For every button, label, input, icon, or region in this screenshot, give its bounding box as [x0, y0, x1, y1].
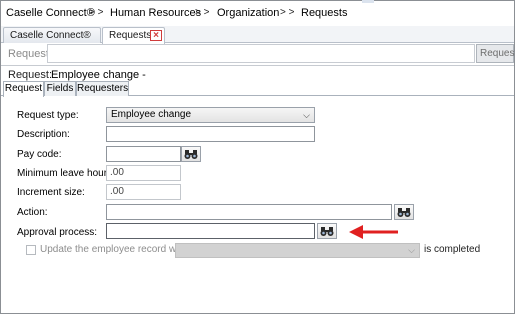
approval-process-lookup-button[interactable] — [317, 223, 337, 239]
increment-size-input[interactable]: .00 — [106, 184, 181, 200]
tab-label: Requests — [109, 30, 152, 41]
tab-label: Caselle Connect® — [10, 30, 91, 41]
approval-process-input[interactable] — [106, 223, 315, 239]
breadcrumb-separator: > > — [89, 7, 104, 18]
close-icon[interactable]: × — [150, 30, 162, 41]
tab-request[interactable]: Request — [3, 81, 44, 97]
action-label: Action: — [17, 207, 48, 218]
min-leave-hours-label: Minimum leave hours: — [17, 168, 115, 179]
record-value: Employee change - — [51, 69, 146, 81]
update-record-condition-select[interactable]: ⌵ — [175, 243, 420, 258]
tab-label: Fields — [46, 83, 74, 94]
tab-fields[interactable]: Fields — [44, 81, 76, 96]
tab-caselle-connect[interactable]: Caselle Connect® — [3, 27, 101, 43]
update-record-checkbox[interactable] — [26, 245, 36, 255]
chevron-down-icon: ⌵ — [303, 110, 310, 120]
request-type-label: Request type: — [17, 110, 79, 121]
divider — [1, 65, 514, 66]
breadcrumb-separator: > > — [280, 7, 295, 18]
min-leave-hours-input[interactable]: .00 — [106, 165, 181, 181]
red-arrow-icon — [349, 225, 398, 239]
pay-code-label: Pay code: — [17, 149, 62, 160]
pay-code-lookup-button[interactable] — [181, 146, 201, 162]
description-label: Description: — [17, 129, 70, 140]
pay-code-input[interactable] — [106, 146, 181, 162]
tab-label: Requesters — [77, 83, 129, 94]
binoculars-icon — [184, 150, 198, 159]
request-search-input[interactable] — [47, 44, 475, 63]
record-label: Request: — [8, 69, 53, 81]
increment-size-label: Increment size: — [17, 187, 85, 198]
update-record-label: Update the employee record when — [40, 244, 193, 255]
breadcrumb-separator: > > — [195, 7, 210, 18]
top-notch — [362, 0, 374, 3]
request-type-value: Employee change — [111, 109, 192, 120]
search-label: Request: — [8, 48, 53, 60]
update-record-suffix: is completed — [424, 244, 481, 255]
action-input[interactable] — [106, 204, 392, 220]
binoculars-icon — [320, 227, 334, 236]
approval-process-label: Approval process: — [17, 227, 98, 238]
request-search-button[interactable]: Request — [476, 44, 515, 63]
request-type-select[interactable]: Employee change ⌵ — [106, 107, 315, 123]
breadcrumb-item-home[interactable]: Caselle Connect® — [6, 7, 95, 19]
tab-label: Request — [4, 83, 43, 94]
chevron-down-icon: ⌵ — [408, 245, 415, 255]
tab-requesters[interactable]: Requesters — [76, 81, 129, 96]
binoculars-icon — [397, 208, 411, 217]
action-lookup-button[interactable] — [394, 204, 414, 220]
breadcrumb-item-requests: Requests — [301, 7, 348, 19]
breadcrumb-item-hr[interactable]: Human Resources — [110, 7, 201, 19]
description-input[interactable] — [106, 126, 315, 142]
breadcrumb-item-organization[interactable]: Organization — [217, 7, 279, 19]
